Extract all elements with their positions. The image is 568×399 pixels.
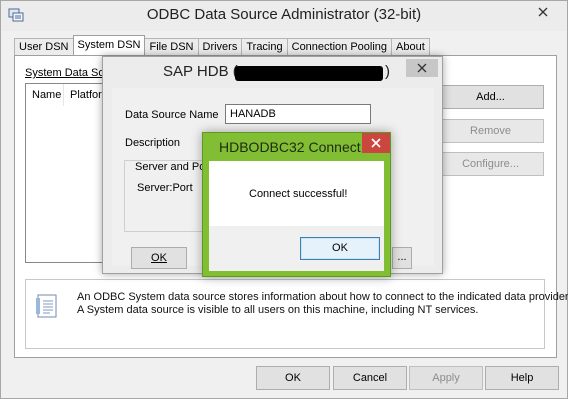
main-title-bar[interactable]: ODBC Data Source Administrator (32-bit) bbox=[1, 1, 567, 31]
close-icon bbox=[417, 63, 427, 73]
cancel-button[interactable]: Cancel bbox=[333, 366, 407, 390]
tab-system-dsn[interactable]: System DSN bbox=[72, 35, 146, 55]
data-source-name-input[interactable]: HANADB bbox=[225, 104, 371, 124]
tab-tracing[interactable]: Tracing bbox=[241, 38, 288, 55]
sap-ok-label: OK bbox=[151, 252, 167, 264]
connect-close-button[interactable] bbox=[362, 133, 390, 153]
server-port-label: Server:Port bbox=[137, 182, 193, 194]
connect-ok-button[interactable]: OK bbox=[300, 237, 380, 260]
connect-message-area: Connect successful! bbox=[209, 161, 384, 226]
tab-connection-pooling[interactable]: Connection Pooling bbox=[286, 38, 393, 55]
add-button[interactable]: Add... bbox=[437, 85, 544, 109]
tab-file-dsn[interactable]: File DSN bbox=[144, 38, 199, 55]
hdbodbc32-connect-dialog: HDBODBC32 Connect Connect successful! OK bbox=[202, 132, 391, 277]
sap-dialog-title: SAP HDB ( bbox=[163, 63, 238, 80]
info-text-line-2: A System data source is visible to all u… bbox=[77, 304, 479, 316]
close-icon bbox=[371, 138, 381, 148]
sap-close-button[interactable] bbox=[406, 59, 438, 77]
tab-strip: User DSN System DSN File DSN Drivers Tra… bbox=[14, 35, 430, 55]
tab-about[interactable]: About bbox=[391, 38, 430, 55]
sap-ok-button[interactable]: OK bbox=[131, 247, 187, 269]
apply-button-label: Apply bbox=[432, 372, 460, 384]
window-close-button[interactable] bbox=[525, 2, 561, 22]
connect-dialog-body: Connect successful! OK bbox=[209, 161, 384, 271]
info-document-icon bbox=[36, 294, 57, 318]
add-button-label: Add... bbox=[476, 91, 505, 103]
description-label: Description bbox=[125, 137, 181, 149]
redacted-title-text bbox=[235, 66, 383, 81]
data-source-name-label: Data Source Name bbox=[125, 109, 219, 121]
close-icon bbox=[538, 7, 548, 17]
sap-ellipsis-button[interactable]: ... bbox=[392, 247, 412, 269]
window-title: ODBC Data Source Administrator (32-bit) bbox=[146, 6, 422, 23]
sap-dialog-title-suffix: ) bbox=[385, 63, 390, 80]
info-text-line-1: An ODBC System data source stores inform… bbox=[77, 291, 568, 303]
system-data-sources-label: System Data Sou bbox=[25, 67, 111, 79]
help-button[interactable]: Help bbox=[485, 366, 559, 390]
remove-button[interactable]: Remove bbox=[437, 119, 544, 143]
connect-dialog-title: HDBODBC32 Connect bbox=[219, 139, 361, 155]
ok-button[interactable]: OK bbox=[256, 366, 330, 390]
remove-button-label: Remove bbox=[470, 125, 511, 137]
apply-button[interactable]: Apply bbox=[409, 366, 483, 390]
tab-user-dsn[interactable]: User DSN bbox=[14, 38, 74, 55]
connect-success-message: Connect successful! bbox=[249, 188, 348, 200]
configure-button-label: Configure... bbox=[462, 158, 519, 170]
system-data-sources-text: System Data Sou bbox=[25, 67, 111, 79]
column-header-name[interactable]: Name bbox=[26, 84, 64, 106]
tab-drivers[interactable]: Drivers bbox=[197, 38, 243, 55]
configure-button[interactable]: Configure... bbox=[437, 152, 544, 176]
